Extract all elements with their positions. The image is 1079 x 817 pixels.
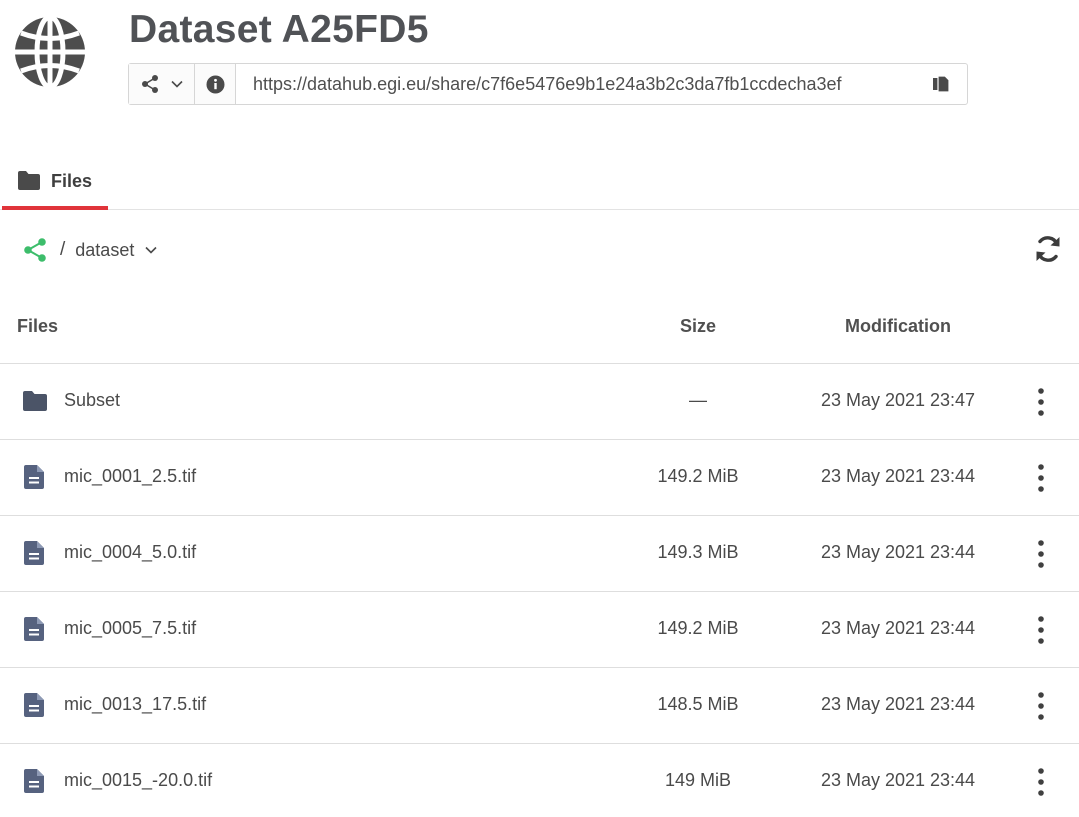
chevron-down-icon [170, 80, 183, 88]
file-modified: 23 May 2021 23:44 [820, 466, 976, 486]
column-header-files[interactable]: Files [17, 316, 58, 337]
file-size: — [689, 390, 707, 410]
file-name[interactable]: Subset [64, 390, 120, 411]
table-row[interactable]: mic_0005_7.5.tif 149.2 MiB 23 May 2021 2… [0, 592, 1079, 668]
tab-files[interactable]: Files [2, 160, 108, 210]
refresh-icon[interactable] [1033, 234, 1063, 264]
tab-bar: Files [0, 160, 1079, 210]
folder-icon [18, 171, 40, 190]
file-size: 149.2 MiB [657, 618, 739, 638]
file-icon [24, 617, 44, 641]
copy-url-button[interactable] [915, 64, 967, 104]
page-title: Dataset A25FD5 [129, 8, 429, 51]
file-modified: 23 May 2021 23:44 [820, 770, 976, 790]
share-url-bar: https://datahub.egi.eu/share/c7f6e5476e9… [128, 63, 968, 105]
file-name[interactable]: mic_0005_7.5.tif [64, 618, 196, 639]
file-size: 149.3 MiB [657, 542, 739, 562]
more-vertical-icon[interactable] [1028, 614, 1054, 646]
file-modified: 23 May 2021 23:44 [820, 542, 976, 562]
folder-icon [23, 391, 47, 411]
page: Dataset A25FD5 https://datahub.egi.eu/sh… [0, 0, 1079, 817]
table-row[interactable]: mic_0013_17.5.tif 148.5 MiB 23 May 2021 … [0, 668, 1079, 744]
globe-icon [15, 14, 85, 90]
table-row[interactable]: Subset — 23 May 2021 23:47 [0, 364, 1079, 440]
table-row[interactable]: mic_0015_-20.0.tif 149 MiB 23 May 2021 2… [0, 744, 1079, 817]
share-icon [24, 238, 46, 262]
file-name[interactable]: mic_0004_5.0.tif [64, 542, 196, 563]
info-button[interactable] [195, 64, 236, 104]
table-row[interactable]: mic_0001_2.5.tif 149.2 MiB 23 May 2021 2… [0, 440, 1079, 516]
file-icon [24, 693, 44, 717]
file-icon [24, 769, 44, 793]
file-name[interactable]: mic_0001_2.5.tif [64, 466, 196, 487]
more-vertical-icon[interactable] [1028, 690, 1054, 722]
file-table-header: Files Size Modification [0, 300, 1079, 364]
info-icon [206, 75, 224, 93]
file-modified: 23 May 2021 23:44 [820, 694, 976, 714]
breadcrumb-separator: / [60, 239, 66, 260]
file-size: 149 MiB [664, 770, 732, 790]
copy-icon [933, 75, 950, 93]
share-url-input[interactable]: https://datahub.egi.eu/share/c7f6e5476e9… [236, 64, 915, 104]
share-dropdown-button[interactable] [129, 64, 195, 104]
file-name[interactable]: mic_0013_17.5.tif [64, 694, 206, 715]
more-vertical-icon[interactable] [1028, 538, 1054, 570]
breadcrumb[interactable]: / dataset [22, 236, 158, 264]
file-size: 148.5 MiB [657, 694, 739, 714]
share-icon [141, 75, 158, 93]
more-vertical-icon[interactable] [1028, 462, 1054, 494]
breadcrumb-current-dir[interactable]: dataset [75, 240, 134, 261]
column-header-modification[interactable]: Modification [798, 316, 998, 337]
more-vertical-icon[interactable] [1028, 766, 1054, 798]
file-modified: 23 May 2021 23:47 [820, 390, 976, 410]
more-vertical-icon[interactable] [1028, 386, 1054, 418]
file-icon [24, 541, 44, 565]
column-header-size[interactable]: Size [658, 316, 738, 337]
file-size: 149.2 MiB [657, 466, 739, 486]
file-modified: 23 May 2021 23:44 [820, 618, 976, 638]
file-name[interactable]: mic_0015_-20.0.tif [64, 770, 212, 791]
tab-files-label: Files [51, 171, 93, 191]
chevron-down-icon [145, 246, 157, 254]
file-icon [24, 465, 44, 489]
table-row[interactable]: mic_0004_5.0.tif 149.3 MiB 23 May 2021 2… [0, 516, 1079, 592]
